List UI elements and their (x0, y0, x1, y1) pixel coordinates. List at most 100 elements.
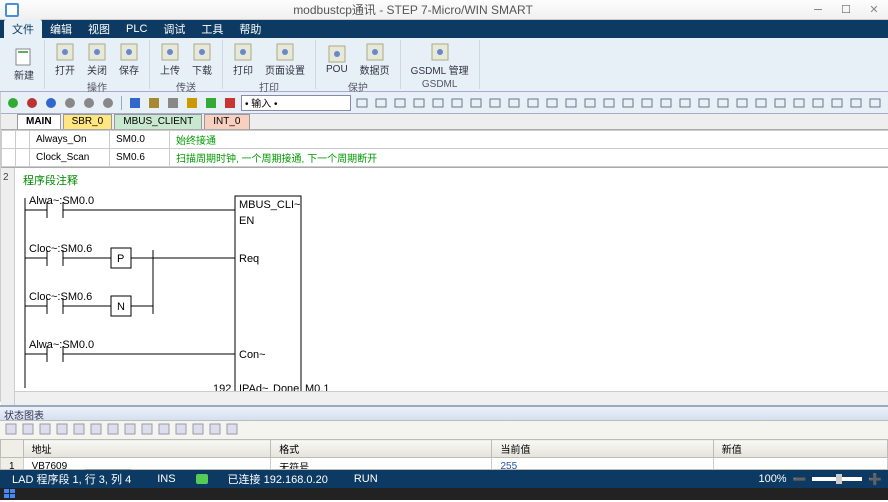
tool-btn-3[interactable] (62, 95, 78, 111)
ladder-area[interactable]: 2 程序段注释 Alwa~:SM0.0MBUS_CLI~ENCloc~:SM0.… (1, 168, 888, 405)
symbol-row[interactable]: Clock_ScanSM0.6扫描周期时钟, 一个周期接通, 下一个周期断开 (2, 149, 888, 167)
maximize-button[interactable]: ☐ (832, 1, 860, 19)
chart-tool-10[interactable] (174, 422, 188, 439)
ribbon-保存[interactable]: 保存 (115, 40, 143, 79)
ribbon-上传[interactable]: 上传 (156, 40, 184, 79)
tool2-btn-6[interactable] (468, 95, 484, 111)
chart-tool-8[interactable] (140, 422, 154, 439)
tool2-btn-16[interactable] (658, 95, 674, 111)
tool2-btn-15[interactable] (639, 95, 655, 111)
chart-tool-9[interactable] (157, 422, 171, 439)
tool-btn-0[interactable] (5, 95, 21, 111)
col-header[interactable]: 新值 (713, 440, 887, 458)
chart-tool-0[interactable] (4, 422, 18, 439)
tool2-btn-22[interactable] (772, 95, 788, 111)
menu-视图[interactable]: 视图 (80, 19, 118, 39)
col-header[interactable]: 当前值 (492, 440, 713, 458)
tool2-btn-10[interactable] (544, 95, 560, 111)
tool2-btn-25[interactable] (829, 95, 845, 111)
start-button[interactable] (4, 489, 18, 499)
ribbon-打开[interactable]: 打开 (51, 40, 79, 79)
tool2-btn-24[interactable] (810, 95, 826, 111)
instruction-input[interactable] (241, 95, 351, 111)
new-button[interactable]: 新建 (10, 45, 38, 84)
ribbon-打印[interactable]: 打印 (229, 40, 257, 79)
tool-btn-2[interactable] (43, 95, 59, 111)
tool2-btn-5[interactable] (449, 95, 465, 111)
chart-tool-2[interactable] (38, 422, 52, 439)
ribbon-数据页[interactable]: 数据页 (356, 40, 394, 79)
tool2-btn-4[interactable] (430, 95, 446, 111)
menu-编辑[interactable]: 编辑 (42, 19, 80, 39)
tool2-btn-11[interactable] (563, 95, 579, 111)
chart-tool-11[interactable] (191, 422, 205, 439)
tool-btn-5[interactable] (100, 95, 116, 111)
menu-调试[interactable]: 调试 (155, 19, 193, 39)
tool2-btn-19[interactable] (715, 95, 731, 111)
ribbon-POU[interactable]: POU (322, 42, 352, 77)
tool2-btn-26[interactable] (848, 95, 864, 111)
app-icon (4, 2, 22, 18)
tool2-btn-13[interactable] (601, 95, 617, 111)
tool-btn-11[interactable] (222, 95, 238, 111)
ribbon-下载[interactable]: 下载 (188, 40, 216, 79)
tool-btn-7[interactable] (146, 95, 162, 111)
zoom-in-button[interactable]: ➕ (868, 473, 882, 486)
symbol-row[interactable]: Always_OnSM0.0始终接通 (2, 131, 888, 149)
close-button[interactable]: ✕ (860, 1, 888, 19)
tool2-btn-2[interactable] (392, 95, 408, 111)
windows-taskbar[interactable] (0, 488, 888, 500)
tool2-btn-14[interactable] (620, 95, 636, 111)
chart-tool-13[interactable] (225, 422, 239, 439)
tool2-btn-1[interactable] (373, 95, 389, 111)
tool2-btn-3[interactable] (411, 95, 427, 111)
chart-tool-4[interactable] (72, 422, 86, 439)
ladder-diagram[interactable]: Alwa~:SM0.0MBUS_CLI~ENCloc~:SM0.6PReqClo… (23, 188, 783, 398)
chart-tool-5[interactable] (89, 422, 103, 439)
tool2-btn-20[interactable] (734, 95, 750, 111)
col-header[interactable]: 地址 (23, 440, 271, 458)
tool-btn-4[interactable] (81, 95, 97, 111)
zoom-slider[interactable] (812, 477, 862, 481)
tool2-btn-23[interactable] (791, 95, 807, 111)
svg-text:Cloc~:SM0.6: Cloc~:SM0.6 (29, 291, 92, 303)
menu-文件[interactable]: 文件 (4, 19, 42, 39)
tool2-btn-12[interactable] (582, 95, 598, 111)
status-chart-grid[interactable]: 地址格式当前值新值1VB7609无符号2552VW0有符号+103VW2有符号+… (0, 439, 888, 469)
tool2-btn-8[interactable] (506, 95, 522, 111)
tool-btn-10[interactable] (203, 95, 219, 111)
tool2-btn-7[interactable] (487, 95, 503, 111)
minimize-button[interactable]: ─ (804, 1, 832, 19)
status-row[interactable]: 1VB7609无符号255 (1, 458, 888, 470)
pou-tab-MBUS_CLIENT[interactable]: MBUS_CLIENT (114, 114, 202, 129)
menu-工具[interactable]: 工具 (193, 19, 231, 39)
menu-PLC[interactable]: PLC (118, 21, 155, 37)
pou-tab-MAIN[interactable]: MAIN (17, 114, 61, 129)
chart-tool-1[interactable] (21, 422, 35, 439)
chart-tool-6[interactable] (106, 422, 120, 439)
menu-帮助[interactable]: 帮助 (231, 19, 269, 39)
ribbon-关闭[interactable]: 关闭 (83, 40, 111, 79)
chart-tool-7[interactable] (123, 422, 137, 439)
tool2-btn-27[interactable] (867, 95, 883, 111)
tool2-btn-17[interactable] (677, 95, 693, 111)
pou-tab-INT_0[interactable]: INT_0 (204, 114, 249, 129)
col-header[interactable]: 格式 (271, 440, 492, 458)
ribbon-页面设置[interactable]: 页面设置 (261, 40, 309, 79)
tool2-btn-9[interactable] (525, 95, 541, 111)
tool-btn-8[interactable] (165, 95, 181, 111)
tool2-btn-18[interactable] (696, 95, 712, 111)
ribbon-GSDML 管理[interactable]: GSDML 管理 (407, 40, 473, 79)
tool-btn-9[interactable] (184, 95, 200, 111)
tool2-btn-0[interactable] (354, 95, 370, 111)
horizontal-scrollbar[interactable] (15, 391, 888, 405)
zoom-out-button[interactable]: ➖ (793, 473, 807, 486)
status-chart-toolbar (0, 421, 888, 439)
svg-text:EN: EN (239, 215, 254, 227)
tool-btn-1[interactable] (24, 95, 40, 111)
pou-tab-SBR_0[interactable]: SBR_0 (63, 114, 113, 129)
tool-btn-6[interactable] (127, 95, 143, 111)
chart-tool-12[interactable] (208, 422, 222, 439)
tool2-btn-21[interactable] (753, 95, 769, 111)
chart-tool-3[interactable] (55, 422, 69, 439)
